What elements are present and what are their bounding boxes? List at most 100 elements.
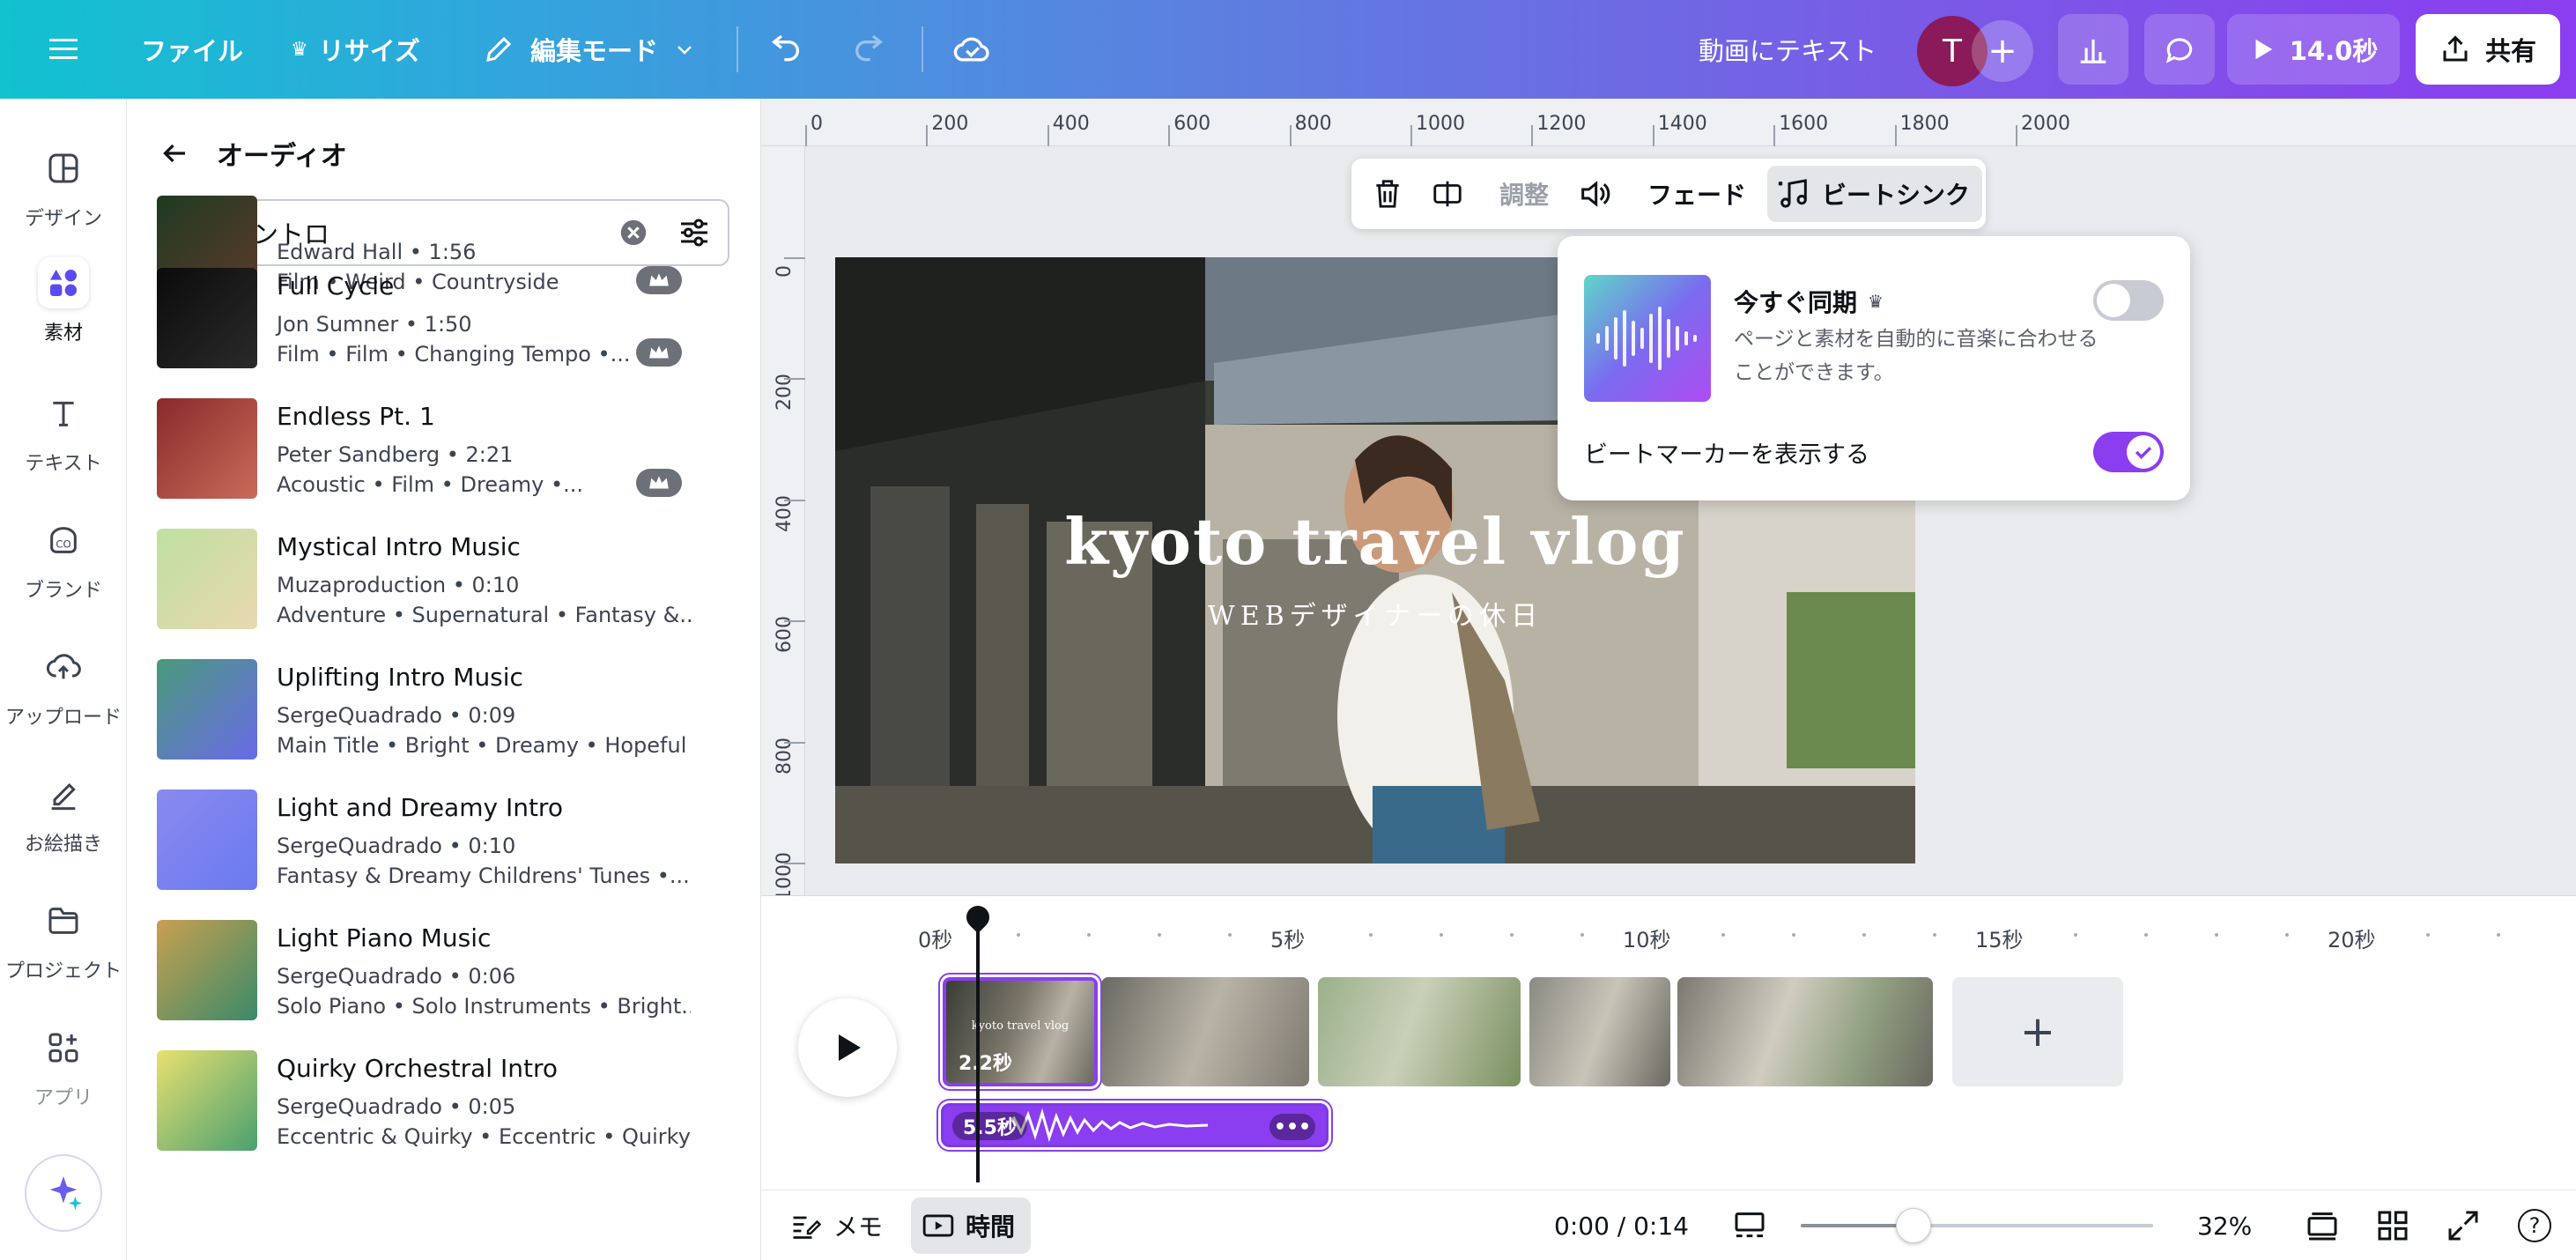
ruler-tick bbox=[805, 125, 807, 146]
timeline-play-button[interactable] bbox=[798, 998, 897, 1097]
adjust-button[interactable]: 調整 bbox=[1499, 159, 1549, 229]
rail-item-projects[interactable]: プロジェクト bbox=[0, 895, 127, 1010]
resize-button[interactable]: ♛ リサイズ bbox=[291, 0, 420, 99]
notes-button[interactable]: メモ bbox=[789, 1190, 883, 1260]
video-title[interactable]: kyoto travel vlog bbox=[835, 504, 1915, 579]
playhead-line[interactable] bbox=[976, 908, 980, 1182]
audio-track-item[interactable]: Quirky Orchestral Intro SergeQuadrado • 0… bbox=[157, 1050, 703, 1153]
rail-item-brand[interactable]: CO ブランド bbox=[0, 515, 127, 629]
audio-track-item[interactable]: Uplifting Intro Music SergeQuadrado • 0:0… bbox=[157, 659, 703, 761]
track-title: Light and Dreamy Intro bbox=[277, 793, 563, 822]
track-title: Light Piano Music bbox=[277, 923, 492, 952]
brand-icon: CO bbox=[38, 515, 89, 566]
fullscreen-icon[interactable] bbox=[2446, 1190, 2481, 1260]
ruler-tick bbox=[784, 499, 805, 501]
ruler-left: 0 200 400 600 800 1000 bbox=[761, 146, 805, 901]
video-subtitle[interactable]: WEBデザイナーの休日 bbox=[835, 594, 1915, 633]
track-artist-duration: Edward Hall • 1:56 bbox=[277, 240, 477, 264]
share-button[interactable]: 共有 bbox=[2416, 14, 2560, 85]
audio-track-item[interactable]: Endless Pt. 1 Peter Sandberg • 2:21 Acoust… bbox=[157, 398, 703, 500]
audio-track-item[interactable]: Light Piano Music SergeQuadrado • 0:06 Sol… bbox=[157, 920, 703, 1022]
track-thumbnail bbox=[157, 268, 257, 368]
apps-icon bbox=[38, 1022, 89, 1073]
ruler-tick bbox=[1168, 125, 1171, 146]
toggle-knob bbox=[2097, 284, 2130, 317]
edit-mode-button[interactable]: 編集モード bbox=[483, 0, 695, 99]
thumbnail-view-icon[interactable] bbox=[1732, 1190, 1767, 1260]
play-icon bbox=[839, 1034, 861, 1061]
audio-track-item[interactable]: Mystical Intro Music Muzaproduction • 0:1… bbox=[157, 529, 703, 631]
rail-item-design[interactable]: デザイン bbox=[0, 143, 127, 257]
add-collaborator-button[interactable]: + bbox=[1972, 20, 2033, 82]
video-clip-5[interactable] bbox=[1677, 977, 1933, 1086]
timeline-tick-dot bbox=[2426, 933, 2430, 937]
ruler-tick-label: 0 bbox=[774, 265, 796, 278]
pages-view-icon[interactable] bbox=[2305, 1190, 2340, 1260]
track-artist-duration: SergeQuadrado • 0:09 bbox=[277, 703, 516, 728]
menu-icon[interactable] bbox=[49, 0, 78, 99]
track-title: Full Cycle bbox=[277, 271, 395, 300]
folder-icon bbox=[38, 895, 89, 946]
video-clip-2[interactable] bbox=[1101, 977, 1309, 1086]
audio-track[interactable]: 5.5秒 ••• bbox=[938, 1101, 1331, 1150]
audio-duration: 5.5秒 bbox=[952, 1112, 1027, 1140]
cloud-saved-icon[interactable] bbox=[953, 0, 992, 99]
timeline-tick-dot bbox=[1369, 933, 1373, 937]
rail-item-draw[interactable]: お絵描き bbox=[0, 768, 127, 883]
timing-button[interactable]: 時間 bbox=[922, 1190, 1015, 1260]
track-tags: Film • Film • Changing Tempo •... bbox=[277, 342, 631, 367]
ruler-tick bbox=[1652, 125, 1654, 146]
track-title: Endless Pt. 1 bbox=[277, 402, 435, 431]
more-options-icon[interactable]: ••• bbox=[1269, 1114, 1315, 1140]
divider bbox=[737, 26, 738, 72]
play-preview-button[interactable]: 14.0秒 bbox=[2227, 14, 2400, 85]
timing-label: 時間 bbox=[966, 1212, 1016, 1241]
zoom-level[interactable]: 32% bbox=[2197, 1190, 2252, 1260]
magic-sparkle-button[interactable] bbox=[25, 1154, 102, 1232]
video-text-label[interactable]: 動画にテキスト bbox=[1699, 0, 1876, 99]
file-menu[interactable]: ファイル bbox=[141, 0, 243, 99]
zoom-slider[interactable] bbox=[1801, 1224, 2153, 1227]
elements-icon bbox=[38, 257, 89, 308]
show-beat-markers-toggle[interactable] bbox=[2093, 432, 2164, 472]
split-icon[interactable] bbox=[1431, 159, 1464, 229]
ruler-tick bbox=[1410, 125, 1412, 146]
rail-item-text[interactable]: テキスト bbox=[0, 388, 127, 502]
ruler-tick-label: 400 bbox=[1052, 113, 1090, 135]
insights-icon[interactable] bbox=[2058, 14, 2128, 85]
help-icon: ? bbox=[2518, 1209, 2551, 1242]
fade-button[interactable]: フェード bbox=[1647, 159, 1746, 229]
ruler-tick-label: 1000 bbox=[1416, 113, 1465, 135]
track-tags: Fantasy & Dreamy Childrens' Tunes •... bbox=[277, 863, 690, 888]
sync-now-toggle[interactable] bbox=[2093, 280, 2164, 321]
toggle-knob bbox=[2127, 435, 2160, 469]
ruler-tick-label: 1800 bbox=[1899, 113, 1950, 135]
video-clip-3[interactable] bbox=[1318, 977, 1521, 1086]
redo-icon[interactable] bbox=[851, 0, 886, 99]
volume-icon[interactable] bbox=[1577, 159, 1612, 229]
video-clip-4[interactable] bbox=[1529, 977, 1670, 1086]
rail-item-elements[interactable]: 素材 bbox=[0, 257, 127, 372]
side-rail: デザイン 素材 テキスト CO ブランド アップロード お絵描き プロジェクト bbox=[0, 99, 127, 1260]
beat-sync-button[interactable]: ビートシンク bbox=[1776, 159, 1970, 229]
back-arrow-icon[interactable] bbox=[159, 137, 190, 169]
audio-track-item[interactable]: Light and Dreamy Intro SergeQuadrado • 0:… bbox=[157, 789, 703, 892]
trash-icon[interactable] bbox=[1371, 159, 1404, 229]
comment-icon[interactable] bbox=[2144, 14, 2215, 85]
track-artist-duration: Peter Sandberg • 2:21 bbox=[277, 442, 514, 467]
audio-track-item[interactable]: Full Cycle Jon Sumner • 1:50 Film • Film •… bbox=[157, 268, 703, 370]
zoom-slider-handle[interactable] bbox=[1896, 1208, 1931, 1243]
help-button[interactable]: ? bbox=[2518, 1190, 2551, 1260]
add-clip-button[interactable]: + bbox=[1952, 977, 2123, 1086]
undo-icon[interactable] bbox=[768, 0, 803, 99]
video-clip-1[interactable]: kyoto travel vlog 2.2秒 bbox=[940, 975, 1100, 1089]
timeline-time-label: 0秒 bbox=[918, 928, 953, 952]
crown-icon: ♛ bbox=[291, 38, 308, 61]
grid-view-icon[interactable] bbox=[2375, 1190, 2410, 1260]
timeline-tick-dot bbox=[1862, 933, 1866, 937]
rail-item-apps[interactable]: アプリ bbox=[0, 1022, 127, 1137]
track-tags: Adventure • Supernatural • Fantasy &... bbox=[277, 603, 691, 627]
rail-item-upload[interactable]: アップロード bbox=[0, 641, 127, 756]
track-artist-duration: Jon Sumner • 1:50 bbox=[277, 312, 472, 337]
top-bar: ファイル ♛ リサイズ 編集モード 動画にテキスト T + 14.0秒 共有 bbox=[0, 0, 2576, 99]
